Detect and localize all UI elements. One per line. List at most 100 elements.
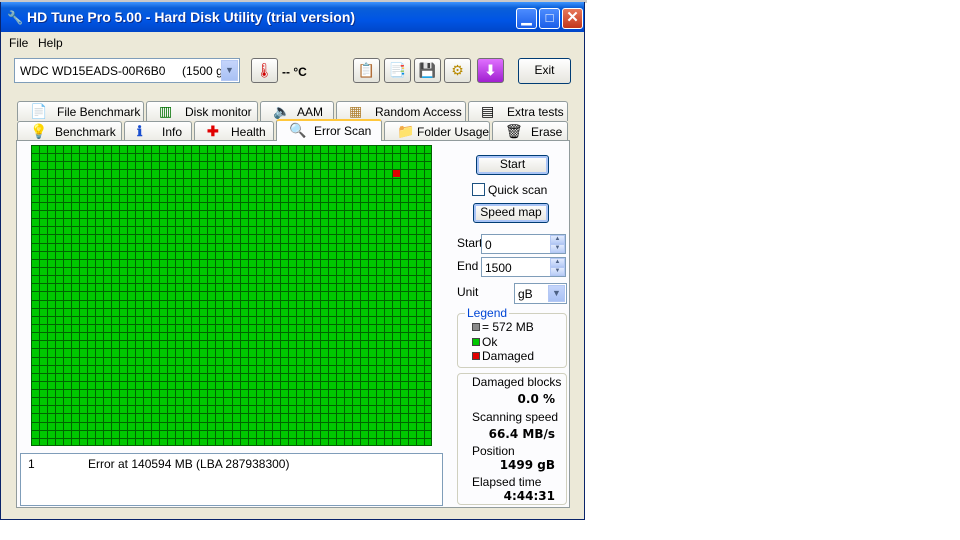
exit-button[interactable]: Exit xyxy=(518,58,571,84)
end-field-label: End xyxy=(457,259,479,273)
menu-file[interactable]: File xyxy=(9,36,28,50)
tab-folder-usage[interactable]: 📁 Folder Usage xyxy=(384,121,490,141)
elapsed-time-label: Elapsed time xyxy=(472,475,542,489)
legend-damaged: Damaged xyxy=(482,349,535,363)
tab-benchmark[interactable]: 💡 Benchmark xyxy=(17,121,122,141)
chevron-down-icon[interactable]: ▼ xyxy=(221,60,238,81)
unit-select-value: gB xyxy=(518,287,533,301)
damaged-block xyxy=(393,170,400,177)
trash-icon: 🗑 xyxy=(505,123,523,139)
spin-down-icon[interactable]: ▼ xyxy=(550,244,565,253)
tab-label: Extra tests xyxy=(507,105,564,119)
hdtune-app-icon[interactable]: 🔧 xyxy=(7,10,23,26)
temperature-button[interactable]: 🌡 xyxy=(251,58,278,83)
elapsed-time-value: 4:44:31 xyxy=(503,489,555,503)
tab-file-benchmark[interactable]: 📄 File Benchmark xyxy=(17,101,144,121)
copy-text-button[interactable]: 📋 xyxy=(353,58,380,83)
quick-scan-label[interactable]: Quick scan xyxy=(488,183,547,197)
download-icon: ⬇ xyxy=(484,62,497,78)
tab-label: Folder Usage xyxy=(417,125,490,139)
start-field-label: Start xyxy=(457,236,483,250)
tab-random-access[interactable]: ▦ Random Access xyxy=(336,101,466,121)
log-index: 1 xyxy=(28,457,35,471)
thermometer-icon: 🌡 xyxy=(255,62,274,78)
menu-bar: File Help xyxy=(1,32,584,54)
legend-swatch-block-size xyxy=(472,323,480,331)
random-access-icon: ▦ xyxy=(349,103,363,119)
temperature-readout: -- °C xyxy=(282,65,307,79)
scanning-speed-label: Scanning speed xyxy=(472,410,559,424)
scan-block-map xyxy=(31,145,432,446)
legend-swatch-damaged xyxy=(472,352,480,360)
options-icon: ⚙ xyxy=(451,62,464,78)
spin-up-icon[interactable]: ▲ xyxy=(550,235,565,244)
lightbulb-icon: 💡 xyxy=(30,123,48,139)
tab-error-scan[interactable]: 🔍 Error Scan xyxy=(276,119,382,141)
close-button[interactable]: ✕ xyxy=(562,8,583,29)
extra-tests-icon: ▤ xyxy=(481,103,495,119)
speaker-icon: 🔈 xyxy=(273,103,291,119)
window-title: HD Tune Pro 5.00 - Hard Disk Utility (tr… xyxy=(27,9,356,25)
end-field-value: 1500 xyxy=(485,261,512,275)
minimize-button[interactable]: ▁ xyxy=(516,8,537,29)
options-button[interactable]: ⚙ xyxy=(444,58,471,83)
download-button[interactable]: ⬇ xyxy=(477,58,504,83)
position-label: Position xyxy=(472,444,515,458)
legend-block-size: = 572 MB xyxy=(482,320,534,334)
tab-health[interactable]: ✚ Health xyxy=(194,121,274,141)
quick-scan-checkbox[interactable] xyxy=(472,183,485,196)
tab-label: File Benchmark xyxy=(57,105,141,119)
folder-icon: 📁 xyxy=(397,123,415,139)
spin-down-icon[interactable]: ▼ xyxy=(550,267,565,276)
tab-label: Health xyxy=(231,125,266,139)
file-benchmark-icon: 📄 xyxy=(30,103,48,119)
start-field[interactable]: 0 ▲ ▼ xyxy=(481,234,566,254)
scan-block-grid xyxy=(31,145,432,446)
menu-help[interactable]: Help xyxy=(38,36,63,50)
scanning-speed-value: 66.4 MB/s xyxy=(488,427,555,441)
info-icon: ℹ xyxy=(137,123,143,139)
tab-label: Erase xyxy=(531,125,563,139)
magnifier-icon: 🔍 xyxy=(289,122,307,138)
drive-select-value: WDC WD15EADS-00R6B0 (1500 gB) xyxy=(20,64,235,78)
tab-label: Error Scan xyxy=(314,124,372,138)
title-bar[interactable]: 🔧 HD Tune Pro 5.00 - Hard Disk Utility (… xyxy=(1,2,584,32)
tab-label: Benchmark xyxy=(55,125,116,139)
drive-select[interactable]: WDC WD15EADS-00R6B0 (1500 gB) ▼ xyxy=(14,58,240,83)
spin-up-icon[interactable]: ▲ xyxy=(550,258,565,267)
close-icon: ✕ xyxy=(566,9,579,26)
damaged-blocks-value: 0.0 % xyxy=(517,392,555,406)
tab-label: Random Access xyxy=(375,105,462,119)
copy-screenshot-button[interactable]: 📑 xyxy=(384,58,411,83)
legend-swatch-ok xyxy=(472,338,480,346)
tab-disk-monitor[interactable]: ▥ Disk monitor xyxy=(146,101,258,121)
damaged-blocks-label: Damaged blocks xyxy=(472,375,562,389)
error-log-list[interactable]: 1 Error at 140594 MB (LBA 287938300) xyxy=(20,453,443,506)
minimize-icon: ▁ xyxy=(521,10,532,25)
scan-ok-area xyxy=(31,145,432,446)
tab-info[interactable]: ℹ Info xyxy=(124,121,192,141)
maximize-icon: □ xyxy=(545,10,554,25)
copy-screen-icon: 📑 xyxy=(388,62,407,78)
legend-ok: Ok xyxy=(482,335,498,349)
copy-icon: 📋 xyxy=(357,62,376,78)
tab-extra-tests[interactable]: ▤ Extra tests xyxy=(468,101,568,121)
tab-label: Disk monitor xyxy=(185,105,252,119)
legend-title: Legend xyxy=(465,306,510,320)
disk-monitor-icon: ▥ xyxy=(159,103,173,119)
log-message: Error at 140594 MB (LBA 287938300) xyxy=(88,457,290,471)
save-button[interactable]: 💾 xyxy=(414,58,441,83)
tab-label: AAM xyxy=(297,105,324,119)
end-field[interactable]: 1500 ▲ ▼ xyxy=(481,257,566,277)
speed-map-button[interactable]: Speed map xyxy=(473,203,549,223)
unit-label: Unit xyxy=(457,285,479,299)
tab-erase[interactable]: 🗑 Erase xyxy=(492,121,568,141)
save-icon: 💾 xyxy=(418,62,437,78)
start-button[interactable]: Start xyxy=(476,155,549,175)
tab-aam[interactable]: 🔈 AAM xyxy=(260,101,334,121)
maximize-button[interactable]: □ xyxy=(539,8,560,29)
chevron-down-icon[interactable]: ▼ xyxy=(548,285,565,302)
health-cross-icon: ✚ xyxy=(207,123,219,139)
unit-select[interactable]: gB ▼ xyxy=(514,283,567,304)
position-value: 1499 gB xyxy=(499,458,555,472)
